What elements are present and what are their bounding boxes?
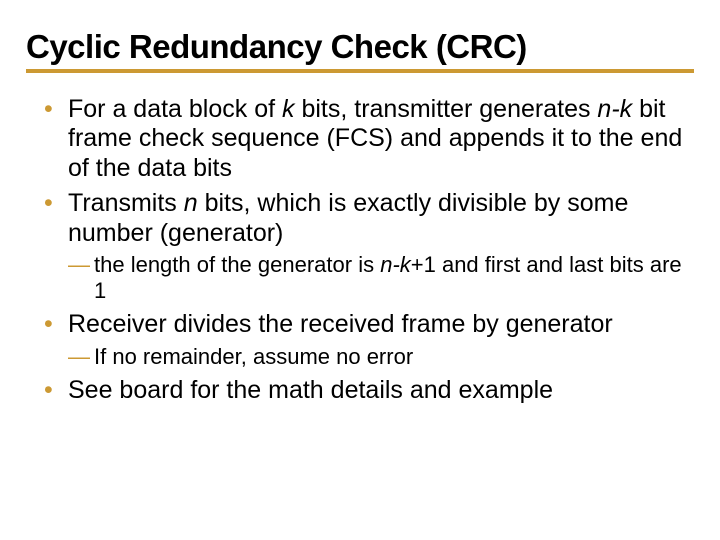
text: the length of the generator is bbox=[94, 252, 380, 277]
text: Receiver divides the received frame by g… bbox=[68, 310, 613, 338]
sub-item: the length of the generator is n-k+1 and… bbox=[68, 252, 694, 304]
bullet-item: See board for the math details and examp… bbox=[26, 376, 694, 406]
text: If no remainder, assume no error bbox=[94, 344, 413, 369]
italic-k: k bbox=[282, 95, 295, 123]
sub-list: If no remainder, assume no error bbox=[68, 344, 694, 370]
text: See board for the math details and examp… bbox=[68, 376, 553, 404]
bullet-item: Transmits n bits, which is exactly divis… bbox=[26, 189, 694, 304]
bullet-list: For a data block of k bits, transmitter … bbox=[26, 95, 694, 405]
text: bits, transmitter generates bbox=[295, 95, 598, 123]
bullet-item: Receiver divides the received frame by g… bbox=[26, 310, 694, 369]
sub-item: If no remainder, assume no error bbox=[68, 344, 694, 370]
bullet-item: For a data block of k bits, transmitter … bbox=[26, 95, 694, 184]
slide-title: Cyclic Redundancy Check (CRC) bbox=[26, 30, 694, 73]
italic-n: n bbox=[184, 189, 198, 217]
italic-nk: n-k bbox=[597, 95, 632, 123]
text: Transmits bbox=[68, 189, 184, 217]
sub-list: the length of the generator is n-k+1 and… bbox=[68, 252, 694, 304]
italic-nk: n-k bbox=[380, 252, 411, 277]
text: For a data block of bbox=[68, 95, 282, 123]
